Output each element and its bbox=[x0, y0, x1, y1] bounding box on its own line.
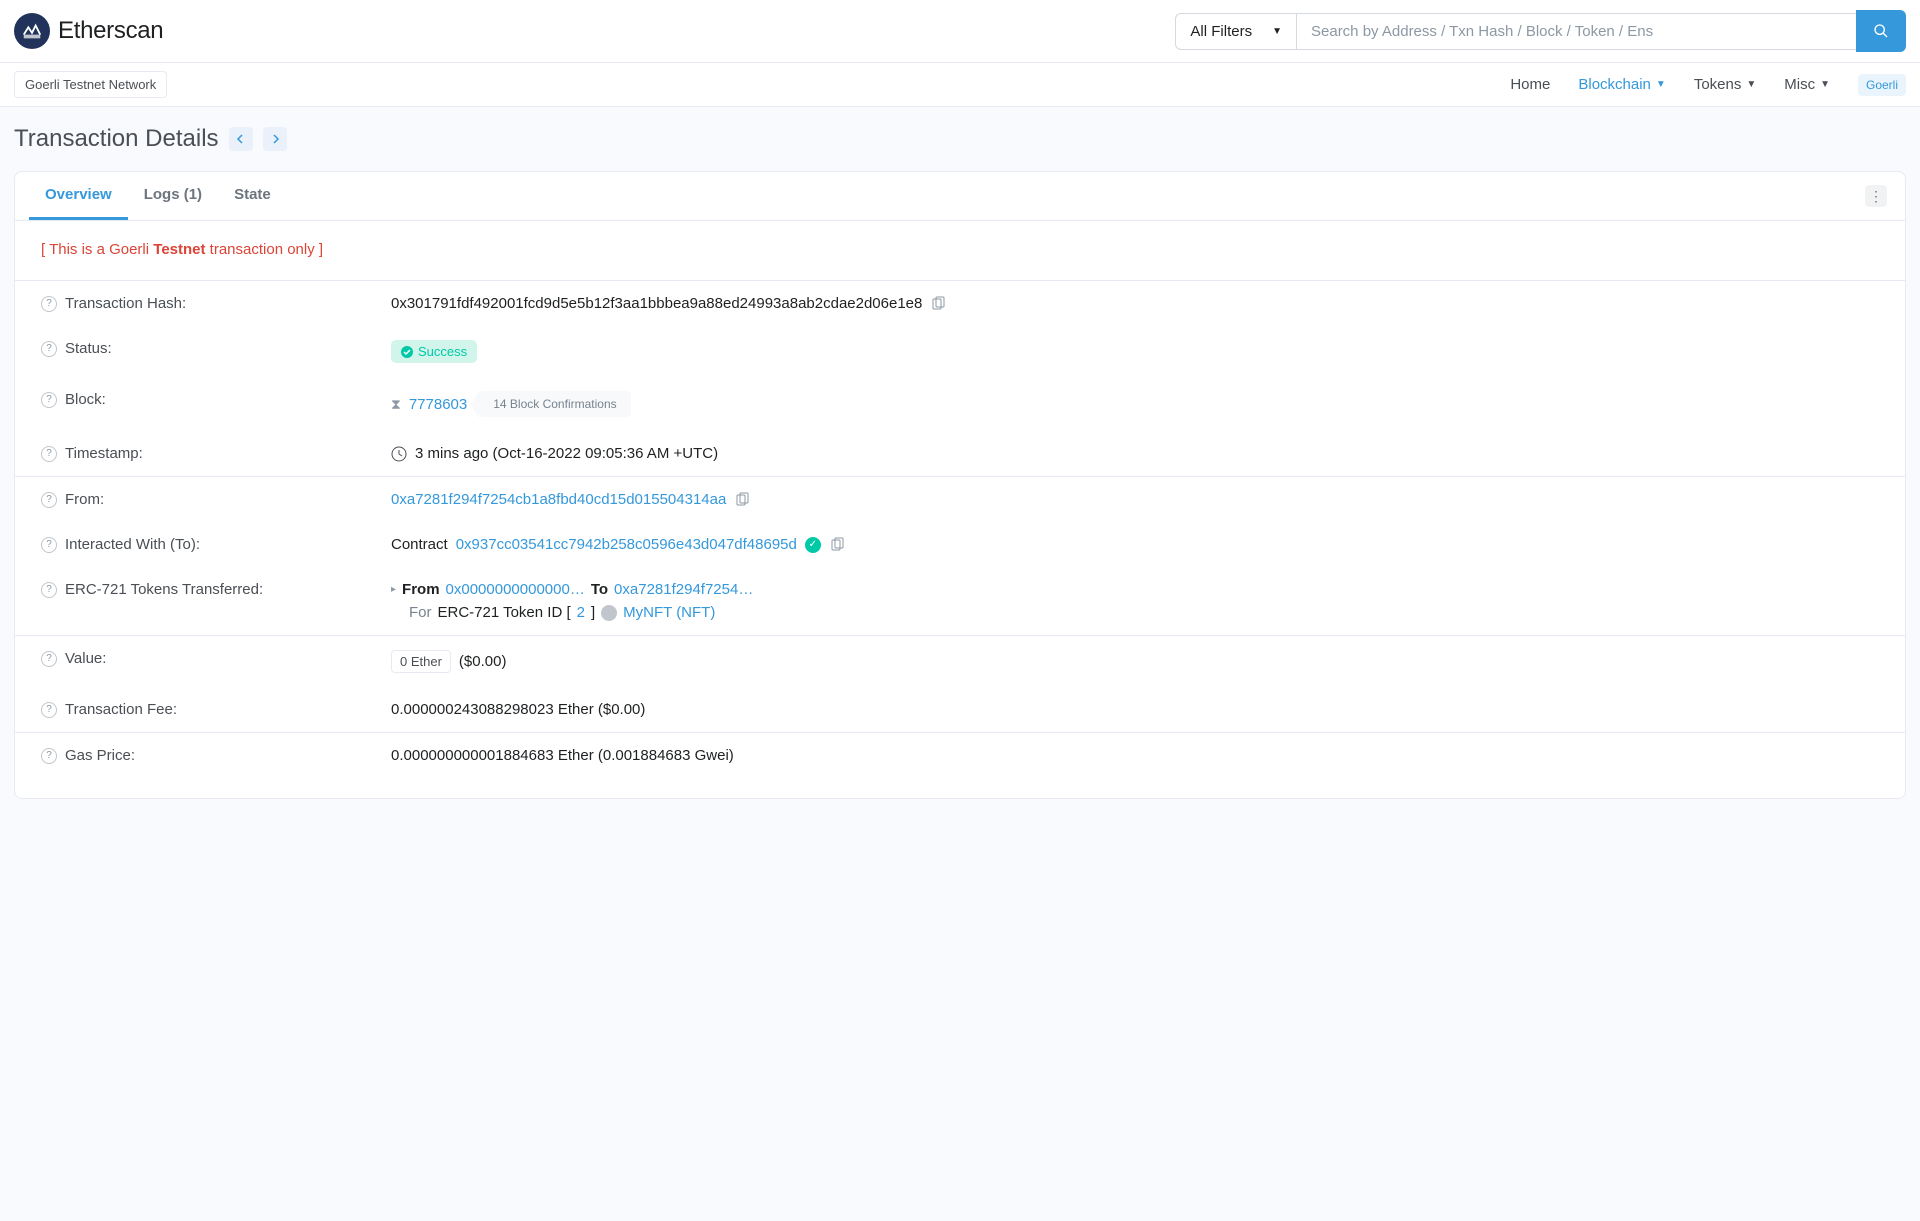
value-fee: 0.000000243088298023 Ether ($0.00) bbox=[391, 701, 645, 718]
next-button[interactable] bbox=[263, 127, 287, 151]
logo-icon bbox=[14, 13, 50, 49]
chevron-right-icon bbox=[270, 134, 280, 144]
filter-dropdown[interactable]: All Filters ▼ bbox=[1175, 13, 1296, 50]
help-icon[interactable]: ? bbox=[41, 537, 57, 553]
row-from: ? From: 0xa7281f294f7254cb1a8fbd40cd15d01… bbox=[41, 477, 1879, 522]
chevron-left-icon bbox=[236, 134, 246, 144]
chevron-down-icon: ▼ bbox=[1820, 79, 1830, 90]
tab-state[interactable]: State bbox=[218, 172, 287, 220]
label-timestamp: Timestamp: bbox=[65, 445, 143, 462]
row-fee: ? Transaction Fee: 0.000000243088298023 E… bbox=[41, 687, 1879, 732]
check-icon bbox=[401, 346, 413, 358]
label-erc721: ERC-721 Tokens Transferred: bbox=[65, 581, 263, 598]
help-icon[interactable]: ? bbox=[41, 702, 57, 718]
row-to: ? Interacted With (To): Contract 0x937cc0… bbox=[41, 522, 1879, 567]
row-timestamp: ? Timestamp: 3 mins ago (Oct-16-2022 09:0… bbox=[41, 431, 1879, 476]
nav-blockchain[interactable]: Blockchain ▼ bbox=[1578, 76, 1665, 93]
erc-token-link[interactable]: MyNFT (NFT) bbox=[623, 604, 715, 621]
logo[interactable]: Etherscan bbox=[14, 13, 163, 49]
help-icon[interactable]: ? bbox=[41, 748, 57, 764]
help-icon[interactable]: ? bbox=[41, 651, 57, 667]
row-gas: ? Gas Price: 0.000000000001884683 Ether (… bbox=[41, 733, 1879, 778]
to-prefix: Contract bbox=[391, 536, 448, 553]
erc-tokenid-suffix: ] bbox=[591, 604, 595, 621]
page-title: Transaction Details bbox=[14, 125, 219, 153]
tab-overview[interactable]: Overview bbox=[29, 172, 128, 220]
clock-icon bbox=[391, 446, 407, 462]
value-gas: 0.000000000001884683 Ether (0.001884683 … bbox=[391, 747, 734, 764]
tab-logs[interactable]: Logs (1) bbox=[128, 172, 218, 220]
from-address-link[interactable]: 0xa7281f294f7254cb1a8fbd40cd15d015504314… bbox=[391, 491, 726, 508]
erc-tokenid-link[interactable]: 2 bbox=[577, 604, 585, 621]
hourglass-icon: ⧗ bbox=[391, 396, 401, 413]
help-icon[interactable]: ? bbox=[41, 296, 57, 312]
warning-banner: [ This is a Goerli Testnet transaction o… bbox=[41, 241, 1879, 258]
erc-from-address[interactable]: 0x0000000000000… bbox=[446, 581, 585, 598]
nav-tokens-label: Tokens bbox=[1694, 76, 1742, 93]
verified-icon: ✓ bbox=[805, 537, 821, 553]
value-timestamp: 3 mins ago (Oct-16-2022 09:05:36 AM +UTC… bbox=[415, 445, 718, 462]
block-confirmations: 14 Block Confirmations bbox=[479, 391, 630, 417]
search-button[interactable] bbox=[1856, 10, 1906, 52]
row-block: ? Block: ⧗ 7778603 14 Block Confirmations bbox=[41, 377, 1879, 431]
copy-icon[interactable] bbox=[829, 537, 845, 553]
erc-to-label: To bbox=[591, 581, 608, 598]
net-switcher[interactable]: Goerli bbox=[1858, 74, 1906, 96]
prev-button[interactable] bbox=[229, 127, 253, 151]
label-to: Interacted With (To): bbox=[65, 536, 200, 553]
value-usd: ($0.00) bbox=[459, 653, 507, 670]
chevron-down-icon: ▼ bbox=[1746, 79, 1756, 90]
erc-to-address[interactable]: 0xa7281f294f7254… bbox=[614, 581, 753, 598]
row-value: ? Value: 0 Ether ($0.00) bbox=[41, 636, 1879, 687]
label-fee: Transaction Fee: bbox=[65, 701, 177, 718]
nav-misc-label: Misc bbox=[1784, 76, 1815, 93]
value-ether: 0 Ether bbox=[391, 650, 451, 673]
help-icon[interactable]: ? bbox=[41, 446, 57, 462]
chevron-down-icon: ▼ bbox=[1272, 26, 1282, 37]
label-status: Status: bbox=[65, 340, 112, 357]
caret-icon: ▸ bbox=[391, 584, 396, 595]
help-icon[interactable]: ? bbox=[41, 582, 57, 598]
erc-from-label: From bbox=[402, 581, 440, 598]
to-address-link[interactable]: 0x937cc03541cc7942b258c0596e43d047df4869… bbox=[456, 536, 797, 553]
row-status: ? Status: Success bbox=[41, 326, 1879, 377]
label-value: Value: bbox=[65, 650, 106, 667]
label-gas: Gas Price: bbox=[65, 747, 135, 764]
logo-text: Etherscan bbox=[58, 17, 163, 45]
row-hash: ? Transaction Hash: 0x301791fdf492001fcd9… bbox=[41, 281, 1879, 326]
help-icon[interactable]: ? bbox=[41, 341, 57, 357]
help-icon[interactable]: ? bbox=[41, 492, 57, 508]
network-badge[interactable]: Goerli Testnet Network bbox=[14, 71, 167, 98]
status-badge: Success bbox=[391, 340, 477, 363]
status-text: Success bbox=[418, 344, 467, 359]
search-input[interactable] bbox=[1296, 13, 1856, 50]
warning-suffix: transaction only ] bbox=[206, 241, 324, 258]
nav-misc[interactable]: Misc ▼ bbox=[1784, 76, 1830, 93]
help-icon[interactable]: ? bbox=[41, 392, 57, 408]
nav-tokens[interactable]: Tokens ▼ bbox=[1694, 76, 1756, 93]
warning-prefix: [ This is a Goerli bbox=[41, 241, 153, 258]
value-hash: 0x301791fdf492001fcd9d5e5b12f3aa1bbbea9a… bbox=[391, 295, 922, 312]
label-block: Block: bbox=[65, 391, 106, 408]
chevron-down-icon: ▼ bbox=[1656, 79, 1666, 90]
nav-home[interactable]: Home bbox=[1510, 76, 1550, 93]
block-link[interactable]: 7778603 bbox=[409, 396, 467, 413]
copy-icon[interactable] bbox=[734, 492, 750, 508]
nav-blockchain-label: Blockchain bbox=[1578, 76, 1651, 93]
copy-icon[interactable] bbox=[930, 296, 946, 312]
token-icon bbox=[601, 605, 617, 621]
erc-tokenid-prefix: ERC-721 Token ID [ bbox=[438, 604, 571, 621]
erc-for: For bbox=[409, 604, 432, 621]
filter-label: All Filters bbox=[1190, 23, 1252, 40]
warning-bold: Testnet bbox=[153, 241, 205, 258]
label-from: From: bbox=[65, 491, 104, 508]
row-erc721: ? ERC-721 Tokens Transferred: ▸ From 0x00… bbox=[41, 567, 1879, 635]
search-icon bbox=[1873, 23, 1889, 39]
label-hash: Transaction Hash: bbox=[65, 295, 186, 312]
tab-more-button[interactable]: ⋮ bbox=[1865, 185, 1887, 207]
